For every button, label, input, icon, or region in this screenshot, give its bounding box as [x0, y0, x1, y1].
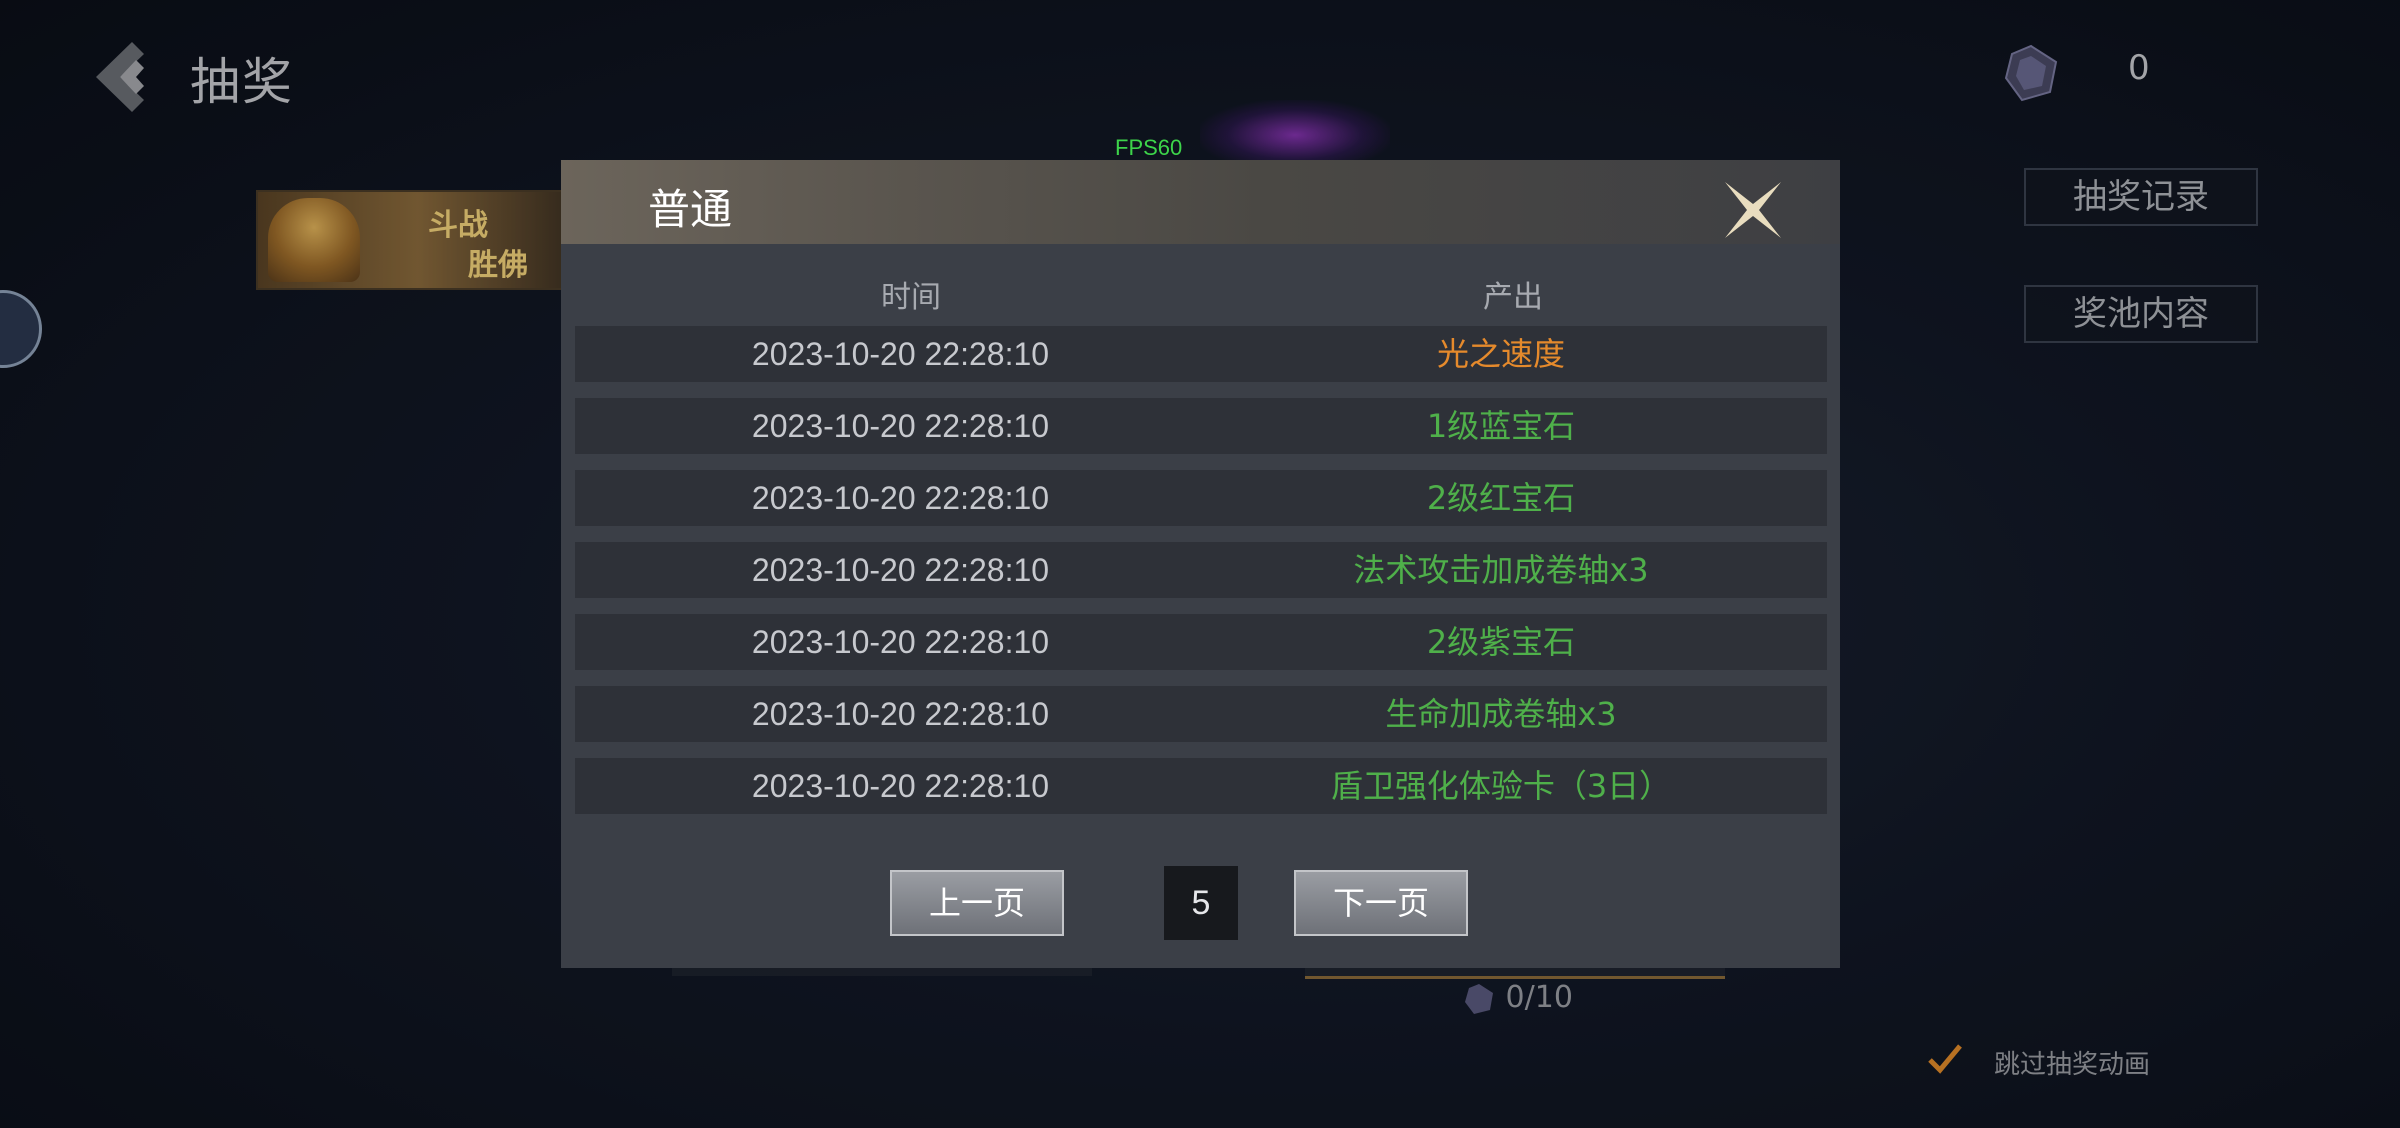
record-item: 盾卫强化体验卡（3日） [1330, 767, 1672, 805]
draw-record-dialog: 普通 时间 产出 2023-10-20 22:28:10 光之速度 2023-10-… [561, 160, 1840, 968]
record-time: 2023-10-20 22:28:10 [751, 624, 1050, 660]
table-row: 2023-10-20 22:28:10 1级蓝宝石 [575, 398, 1827, 454]
record-time: 2023-10-20 22:28:10 [751, 408, 1050, 444]
record-list: 2023-10-20 22:28:10 光之速度 2023-10-20 22:28:… [575, 326, 1827, 830]
table-row: 2023-10-20 22:28:10 生命加成卷轴x3 [575, 686, 1827, 742]
record-item: 生命加成卷轴x3 [1385, 695, 1617, 733]
table-row: 2023-10-20 22:28:10 2级紫宝石 [575, 614, 1827, 670]
record-item: 法术攻击加成卷轴x3 [1353, 551, 1649, 589]
dialog-title: 普通 [648, 185, 733, 234]
record-time: 2023-10-20 22:28:10 [751, 336, 1050, 372]
fps-counter: FPS60 [1115, 135, 1183, 160]
prev-page-button[interactable]: 上一页 [890, 870, 1064, 936]
table-row: 2023-10-20 22:28:10 法术攻击加成卷轴x3 [575, 542, 1827, 598]
close-button[interactable] [1717, 174, 1789, 246]
record-time: 2023-10-20 22:28:10 [751, 552, 1050, 588]
record-item: 1级蓝宝石 [1426, 407, 1576, 445]
page-number: 5 [1164, 866, 1238, 940]
column-header-time: 时间 [881, 280, 941, 315]
column-header-output: 产出 [1483, 280, 1543, 315]
dialog-header: 普通 [561, 160, 1840, 244]
record-item: 2级红宝石 [1426, 479, 1576, 517]
close-icon [1725, 182, 1781, 238]
record-time: 2023-10-20 22:28:10 [751, 768, 1050, 804]
record-item: 2级紫宝石 [1426, 623, 1576, 661]
table-row: 2023-10-20 22:28:10 2级红宝石 [575, 470, 1827, 526]
table-row: 2023-10-20 22:28:10 光之速度 [575, 326, 1827, 382]
next-page-button[interactable]: 下一页 [1294, 870, 1468, 936]
record-time: 2023-10-20 22:28:10 [751, 480, 1050, 516]
table-row: 2023-10-20 22:28:10 盾卫强化体验卡（3日） [575, 758, 1827, 814]
record-item: 光之速度 [1436, 335, 1565, 373]
record-time: 2023-10-20 22:28:10 [751, 696, 1050, 732]
